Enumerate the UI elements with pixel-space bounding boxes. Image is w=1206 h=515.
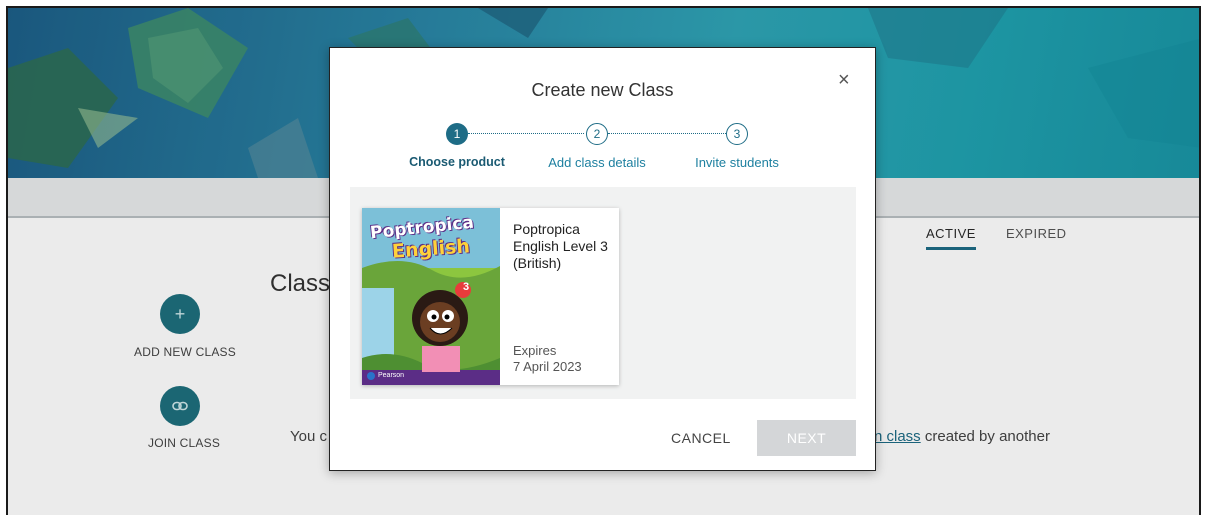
step-1-label: Choose product [409, 155, 505, 169]
step-2-label: Add class details [548, 155, 646, 170]
cancel-button[interactable]: CANCEL [671, 430, 731, 446]
modal-title: Create new Class [531, 80, 674, 100]
step-3-circle: 3 [726, 123, 748, 145]
close-icon[interactable]: × [838, 70, 850, 90]
expires-date: 7 April 2023 [513, 359, 582, 374]
step-connector [468, 133, 584, 134]
next-button[interactable]: NEXT [757, 420, 856, 456]
step-1-circle: 1 [446, 123, 468, 145]
step-2-circle: 2 [586, 123, 608, 145]
cover-publisher: Pearson [378, 372, 405, 379]
product-cover-image: Poptropica English 3 Pearson [362, 208, 500, 385]
product-title: Poptropica English Level 3 (British) [513, 221, 608, 271]
expires-label: Expires [513, 343, 557, 358]
create-class-modal: Create new Class × 1 2 3 Choose product … [329, 47, 876, 471]
step-connector [608, 133, 726, 134]
product-list: Poptropica English 3 Pearson Poptropica … [350, 187, 856, 399]
product-expiry: Expires 7 April 2023 [513, 343, 582, 375]
product-card[interactable]: Poptropica English 3 Pearson Poptropica … [362, 208, 619, 385]
cover-level: 3 [462, 281, 470, 293]
step-3-label: Invite students [695, 155, 779, 170]
stepper: 1 2 3 Choose product Add class details I… [330, 123, 875, 183]
